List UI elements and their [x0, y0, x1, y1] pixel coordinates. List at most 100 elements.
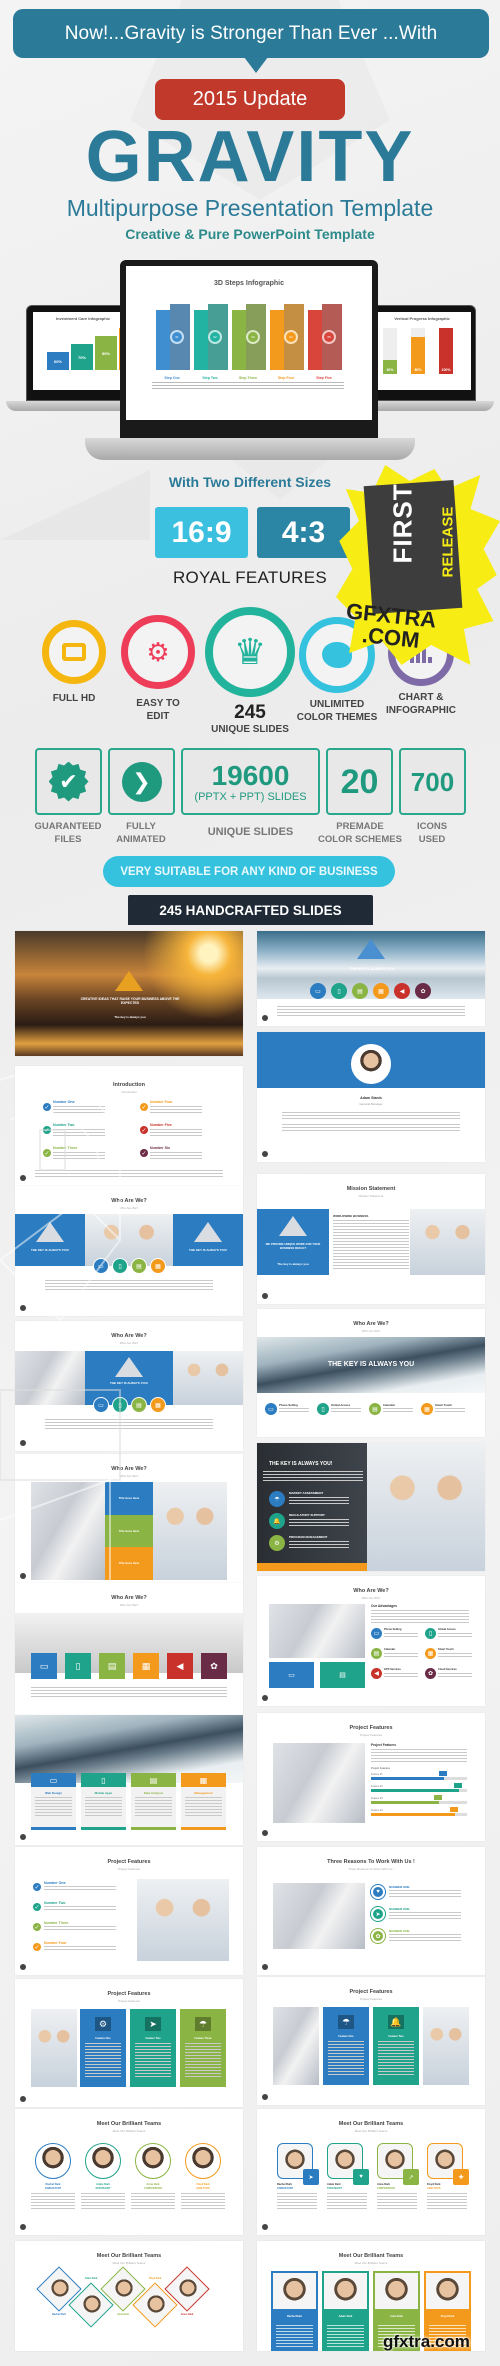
- slide-subtitle: Project Features: [117, 1999, 140, 2003]
- paragraph-text: [331, 1408, 361, 1414]
- paragraph-text: [44, 1886, 116, 1892]
- progress-track: [371, 1789, 467, 1792]
- gravity-logo-icon: [357, 939, 385, 959]
- slide-number-dot: [20, 1964, 26, 1970]
- service-tile-icon: ◀: [167, 1653, 193, 1679]
- progress-track: [371, 1813, 467, 1816]
- title-box-label: Title Goes Here: [118, 1496, 140, 1500]
- suitable-banner: VERY SUITABLE FOR ANY KIND OF BUSINESS: [103, 856, 395, 887]
- mission-heading: WORLDWIDE BUSINESS: [333, 1214, 369, 1218]
- stat-caption: ICONS USED: [416, 821, 448, 845]
- step-number: 05: [322, 330, 336, 344]
- feature-number: 245: [234, 702, 266, 723]
- display-title: 3D Steps Infographic: [213, 280, 284, 287]
- step-label: Step One: [164, 376, 180, 380]
- slide-thumbnail: ▭ Web Design ▯ Mobile Apps ▤ Data Analysis ▦ Ma…: [15, 1715, 243, 1845]
- slide-thumbnail: Who Are We? Who Are We? THE KEY IS ALWAYS …: [15, 1186, 243, 1316]
- paragraph-text: [384, 1673, 418, 1678]
- card-title: Data Analysis: [143, 1791, 164, 1795]
- profile-name: Adam Stanis: [360, 1096, 382, 1100]
- card-underline: [181, 1827, 226, 1830]
- check-circle-icon: ✓: [43, 1149, 51, 1157]
- step-description: [266, 382, 306, 390]
- paragraph-text: [371, 1610, 469, 1624]
- member-name: Rachel Dark: [287, 2315, 302, 2318]
- check-circle-icon: ✓: [43, 1126, 51, 1134]
- paragraph-text: [389, 1934, 461, 1943]
- team-cheering-photo: [423, 2007, 469, 2085]
- member-bio: [276, 2325, 313, 2347]
- sticker-release-text: RELEASE: [439, 506, 457, 578]
- sticker-first-text: FIRST: [387, 483, 418, 564]
- slide-title: Project Features: [107, 1991, 151, 1997]
- service-icon: ▤: [131, 1258, 147, 1274]
- intro-item-label: Number Two: [53, 1123, 75, 1127]
- box-text: THE KEY IS ALWAYS YOU!: [30, 1248, 69, 1252]
- member-name: Anna Dark: [377, 2183, 390, 2186]
- feature-label: MARKET ASSESSMENT: [289, 1491, 324, 1495]
- panel-heading: THE KEY IS ALWAYS YOU!: [269, 1461, 333, 1467]
- paragraph-text: [383, 1408, 413, 1414]
- slide-subtitle: Who Are We?: [361, 1596, 381, 1600]
- office-photo: [31, 1482, 105, 1580]
- member-name: Floyd Dark: [440, 2315, 455, 2318]
- progress-marker: [449, 1807, 458, 1812]
- bar-label: Feature 01: [371, 1773, 383, 1776]
- laptop-display: 3D Steps Infographic 01 Step One 02 Step Tw…: [126, 266, 372, 420]
- laptop-screen: Vertical Progress Infographic 30% 80% 100%: [368, 305, 476, 401]
- team-member-avatar: [135, 2143, 171, 2179]
- member-name: Floyd Dark: [148, 2277, 162, 2280]
- paragraph-text: [35, 1170, 223, 1178]
- progress-value: 30%: [386, 368, 394, 372]
- hero-caption: THE KEY IS ALWAYS YOU: [349, 967, 395, 971]
- paragraph-text: [81, 2193, 125, 2211]
- stat-animated: ❯: [108, 748, 175, 815]
- service-tile-icon: ▭: [31, 1653, 57, 1679]
- stat-value: 20: [340, 762, 379, 801]
- service-icon: ▯: [112, 1397, 128, 1413]
- reason-label: NUMBER ONE: [389, 1885, 410, 1889]
- step-number: 02: [208, 330, 222, 344]
- slide-title: Meet Our Brilliant Teams: [96, 2253, 162, 2259]
- service-icon: ▭: [93, 1397, 109, 1413]
- laptop-base: [364, 401, 494, 411]
- slide-thumbnail: Who Are We? Who Are We? THE KEY IS ALWAYS …: [15, 1321, 243, 1451]
- slide-subtitle: Who Are We?: [361, 1329, 381, 1333]
- intro-item-label: Number Three: [53, 1146, 78, 1150]
- feature-item-label: Number One: [44, 1881, 66, 1885]
- slide-number-dot: [20, 1573, 26, 1579]
- slide-title: Three Reasons To Work With Us !: [327, 1859, 415, 1865]
- service-icon: ▦: [150, 1397, 166, 1413]
- slide-title: Who Are We?: [111, 1198, 147, 1204]
- slide-thumbnail: THE KEY IS ALWAYS YOU! ☂ MARKET ASSESSMENT…: [257, 1443, 485, 1571]
- check-badge-icon: ✔: [48, 761, 89, 802]
- advantage-icon: ✿: [425, 1668, 436, 1679]
- advantage-label: Calendar: [384, 1648, 396, 1651]
- step-number: 01: [170, 330, 184, 344]
- paragraph-text: [85, 2043, 121, 2079]
- member-role: CORPORATION: [144, 2187, 162, 2190]
- paragraph-text: [135, 1797, 172, 1817]
- slide-number-dot: [262, 1015, 268, 1021]
- sunset-photo: [15, 931, 243, 1056]
- step-face: [308, 310, 322, 370]
- crown-icon: ♛: [233, 631, 267, 672]
- paragraph-text: [435, 1408, 465, 1414]
- slide-thumbnail: CREATIVE IDEAS THAT RAISE YOUR BUSINESS …: [15, 931, 243, 1056]
- step-block: 04: [270, 304, 304, 370]
- slide-title: Project Features: [349, 1725, 393, 1731]
- slide-title: Meet Our Brilliant Teams: [338, 2121, 404, 2127]
- progress-fill: [371, 1789, 460, 1792]
- slide-number-dot: [20, 1305, 26, 1311]
- paragraph-text: [45, 1419, 213, 1429]
- member-name: Adam Dark: [327, 2183, 341, 2186]
- member-name: Adam Dark: [338, 2315, 353, 2318]
- paragraph-text: [181, 2193, 225, 2211]
- progress-bar: 80%: [411, 328, 425, 374]
- advantages-heading: Our Advantages: [371, 1604, 398, 1608]
- service-icon: ◀: [394, 983, 410, 999]
- bars-label: Project Features: [371, 1767, 391, 1770]
- slide-thumbnail: Who Are We? Who Are We? ▭ ▤ Our Advantages ▭ P…: [257, 1576, 485, 1706]
- product-title: GRAVITY: [85, 117, 415, 197]
- stat-color-schemes: 20: [326, 748, 393, 815]
